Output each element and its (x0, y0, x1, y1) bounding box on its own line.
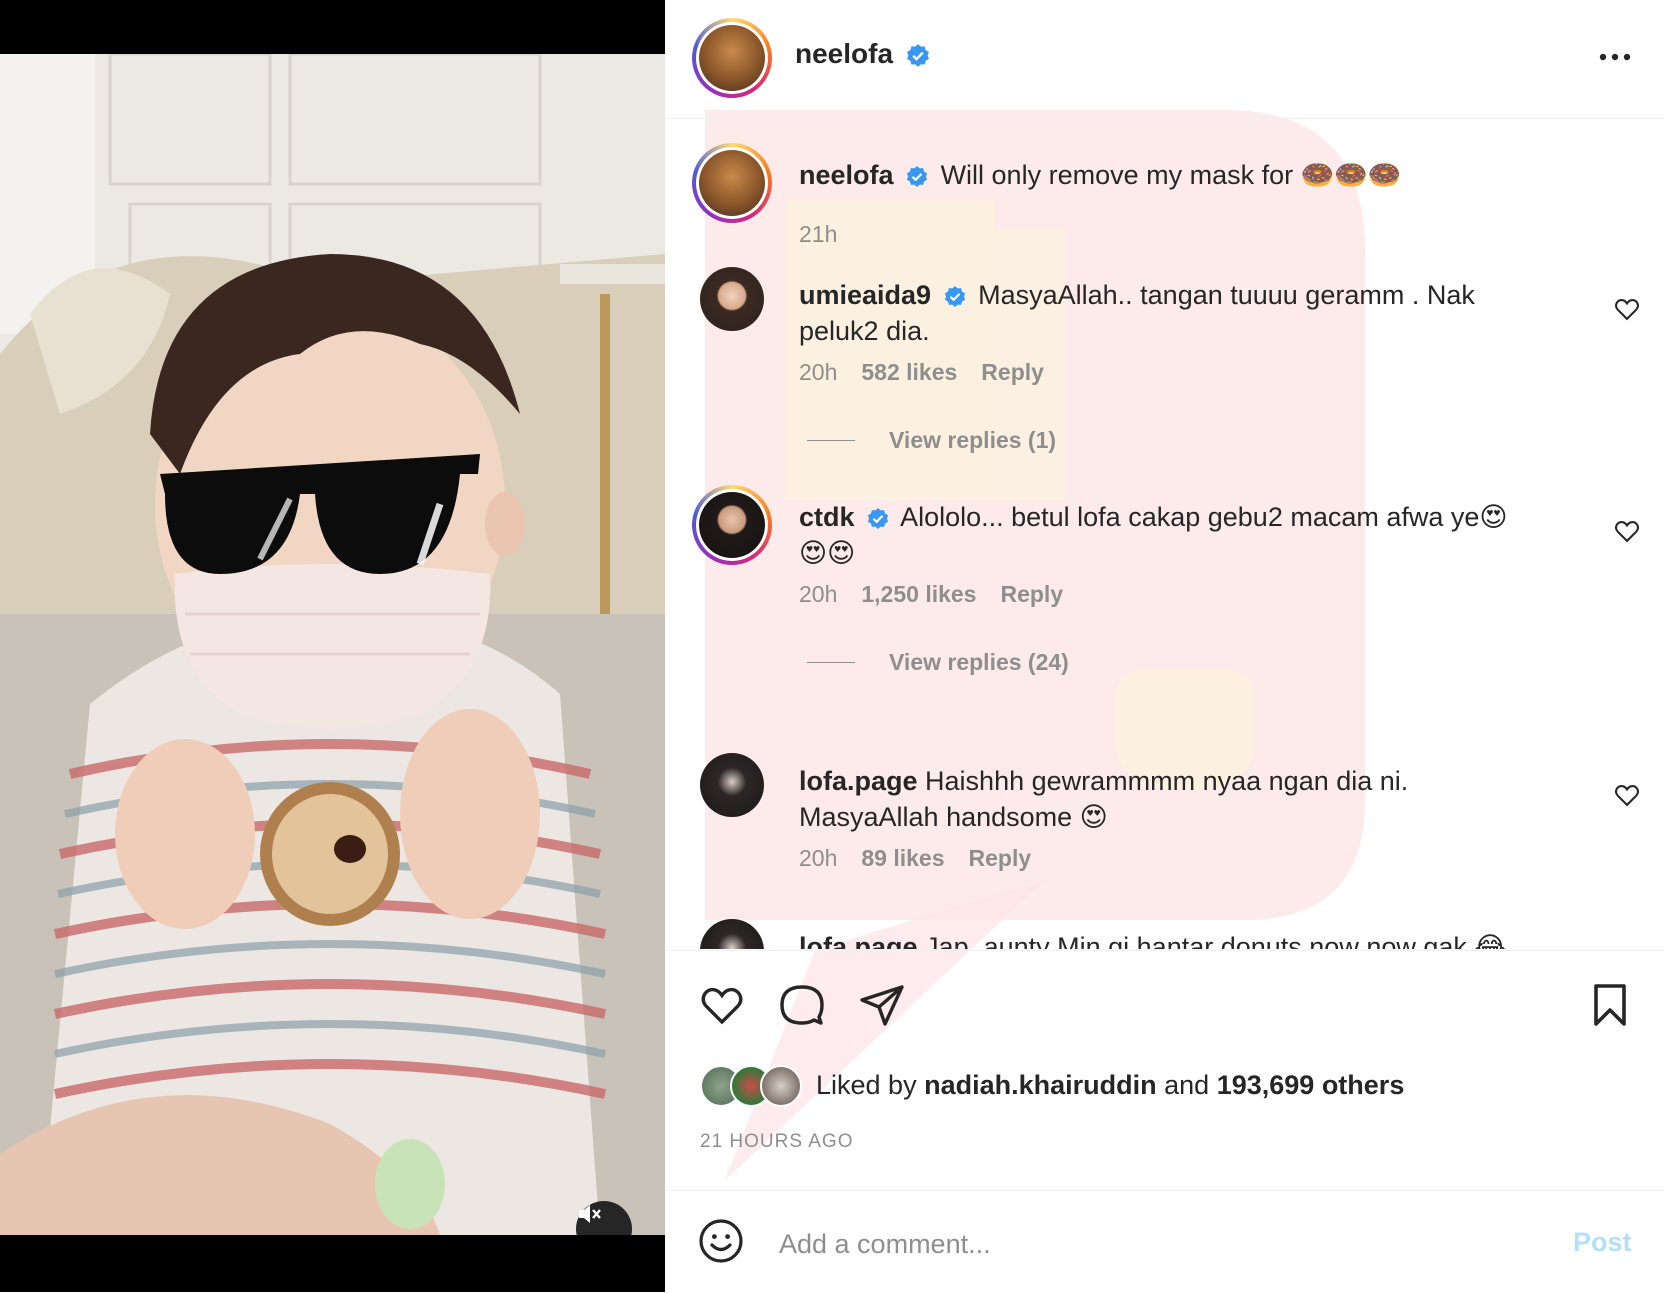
comment-item: lofa.page Haishhh gewrammmm nyaa ngan di… (665, 753, 1664, 893)
caption-text-block: neelofa Will only remove my mask for 🍩🍩🍩 (799, 157, 1599, 193)
post-caption: neelofa Will only remove my mask for 🍩🍩🍩… (665, 143, 1664, 247)
comment-text-block: lofa.page Haishhh gewrammmm nyaa ngan di… (799, 763, 1529, 835)
comment-item: ctdk Alololo... betul lofa cakap gebu2 m… (665, 485, 1664, 705)
comment-text: Alololo... betul lofa cakap gebu2 macam … (799, 502, 1508, 568)
caption-avatar-image (699, 150, 765, 216)
post-photo[interactable] (0, 54, 665, 1235)
comment-like-heart-icon[interactable] (1613, 295, 1641, 323)
comment-time[interactable]: 20h (799, 359, 837, 386)
reply-button[interactable]: Reply (1000, 581, 1063, 608)
view-replies-button[interactable]: View replies (24) (807, 649, 1069, 676)
comment-meta: 20h 582 likes Reply (799, 359, 1044, 386)
comment-avatar[interactable] (700, 267, 764, 331)
post-media[interactable] (0, 0, 665, 1292)
post-actions: Liked by nadiah.khairuddin and 193,699 o… (665, 950, 1664, 1191)
comment-avatar[interactable] (700, 919, 764, 949)
view-replies-button[interactable]: View replies (1) (807, 427, 1056, 454)
reply-button[interactable]: Reply (969, 845, 1032, 872)
header-username[interactable]: neelofa (795, 38, 893, 69)
comment-like-heart-icon[interactable] (1613, 947, 1641, 949)
comment-text: Jap, aunty Min gi hantar donuts now now … (925, 932, 1506, 949)
caption-avatar[interactable] (692, 143, 772, 223)
reply-button[interactable]: Reply (981, 359, 1044, 386)
comment-like-heart-icon[interactable] (1613, 781, 1641, 809)
post-comment-button[interactable]: Post (1573, 1227, 1632, 1258)
verified-icon (906, 43, 929, 67)
heart-icon[interactable] (698, 981, 746, 1029)
liked-by-user[interactable]: nadiah.khairuddin (924, 1070, 1157, 1101)
comment-text-block: lofa.page Jap, aunty Min gi hantar donut… (799, 929, 1599, 949)
share-icon[interactable] (858, 981, 906, 1029)
comment-avatar[interactable] (692, 485, 772, 565)
liked-by-and: and (1164, 1069, 1210, 1100)
comment-icon[interactable] (778, 981, 826, 1029)
comment-username[interactable]: lofa.page (799, 766, 918, 796)
liked-by-others[interactable]: 193,699 others (1217, 1070, 1405, 1101)
liker-avatars (700, 1065, 804, 1107)
replies-divider (807, 440, 855, 441)
comment-username[interactable]: umieaida9 (799, 280, 931, 310)
comment-like-heart-icon[interactable] (1613, 517, 1641, 545)
post-header: neelofa (665, 0, 1664, 119)
more-options-icon[interactable] (1593, 42, 1637, 72)
liked-by-prefix: Liked by (816, 1069, 917, 1100)
view-replies-label: View replies (24) (889, 649, 1069, 675)
verified-icon (906, 165, 928, 187)
comment-item: lofa.page Jap, aunty Min gi hantar donut… (665, 919, 1664, 949)
comment-username[interactable]: lofa.page (799, 932, 918, 949)
comments-list[interactable]: neelofa Will only remove my mask for 🍩🍩🍩… (665, 119, 1664, 949)
liked-by-summary: Liked by nadiah.khairuddin and 193,699 o… (700, 1065, 1405, 1107)
post-side-panel: neelofa neelofa Will only remove my mask… (665, 0, 1664, 1292)
comment-input[interactable] (777, 1221, 1541, 1267)
comment-time[interactable]: 20h (799, 845, 837, 872)
caption-username[interactable]: neelofa (799, 160, 894, 190)
post-timestamp[interactable]: 21 HOURS AGO (700, 1131, 854, 1153)
comment-likes[interactable]: 582 likes (861, 359, 957, 386)
comment-meta: 20h 1,250 likes Reply (799, 581, 1063, 608)
baby-photo-illustration (0, 54, 665, 1235)
author-avatar-image (699, 25, 765, 91)
add-comment-bar: Post (665, 1190, 1664, 1293)
caption-time[interactable]: 21h (799, 221, 837, 248)
verified-icon (867, 507, 889, 529)
comment-meta: 20h 89 likes Reply (799, 845, 1031, 872)
emoji-icon[interactable] (697, 1217, 745, 1265)
comment-likes[interactable]: 1,250 likes (861, 581, 976, 608)
comment-avatar-image (699, 492, 765, 558)
caption-text: Will only remove my mask for 🍩🍩🍩 (940, 160, 1402, 190)
verified-icon (944, 285, 965, 307)
comment-text-block: umieaida9 MasyaAllah.. tangan tuuuu gera… (799, 277, 1529, 349)
comment-time[interactable]: 20h (799, 581, 837, 608)
caption-meta: 21h (799, 221, 837, 248)
view-replies-label: View replies (1) (889, 427, 1057, 453)
comment-item: umieaida9 MasyaAllah.. tangan tuuuu gera… (665, 267, 1664, 487)
comment-username[interactable]: ctdk (799, 502, 855, 532)
mute-icon (579, 1205, 601, 1223)
comment-text-block: ctdk Alololo... betul lofa cakap gebu2 m… (799, 499, 1529, 571)
liker-avatar[interactable] (760, 1065, 802, 1107)
comment-likes[interactable]: 89 likes (861, 845, 944, 872)
author-avatar[interactable] (692, 18, 772, 98)
replies-divider (807, 662, 855, 663)
bookmark-icon[interactable] (1586, 981, 1634, 1029)
comment-avatar[interactable] (700, 753, 764, 817)
